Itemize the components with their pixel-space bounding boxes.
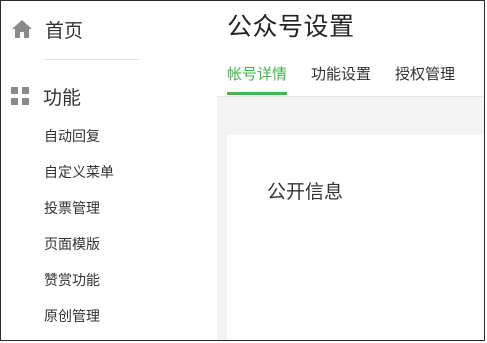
page-title: 公众号设置: [227, 12, 355, 41]
sidebar-item-home[interactable]: 首页: [11, 15, 83, 43]
home-icon: [12, 20, 32, 38]
tab-account-details[interactable]: 帐号详情: [227, 63, 288, 95]
tab-authorization-management[interactable]: 授权管理: [395, 63, 455, 92]
sidebar-item-custom-menu[interactable]: 自定义菜单: [44, 162, 114, 198]
sidebar-item-page-templates[interactable]: 页面模版: [44, 234, 114, 270]
sidebar-item-appreciation[interactable]: 赞赏功能: [44, 270, 114, 306]
sidebar-sub-list: 自动回复 自定义菜单 投票管理 页面模版 赞赏功能 原创管理: [44, 126, 114, 342]
sidebar-item-auto-reply[interactable]: 自动回复: [44, 126, 114, 162]
tab-function-settings[interactable]: 功能设置: [311, 63, 371, 92]
sidebar-divider: [43, 59, 139, 60]
page-header: 公众号设置 帐号详情 功能设置 授权管理: [217, 1, 484, 97]
sidebar-group-label: 功能: [43, 86, 82, 109]
sidebar: 首页 功能 自动回复 自定义菜单 投票管理 页面模版 赞赏功能 原创管理: [1, 1, 217, 340]
section-title: 公开信息: [267, 181, 344, 203]
sidebar-item-vote-management[interactable]: 投票管理: [44, 198, 114, 234]
tab-bar: 帐号详情 功能设置 授权管理: [227, 63, 479, 95]
tab-divider: [217, 96, 484, 97]
sidebar-item-original-management[interactable]: 原创管理: [44, 306, 114, 342]
grid-icon: [11, 87, 29, 105]
sidebar-home-label: 首页: [45, 19, 84, 42]
sidebar-group-functions[interactable]: 功能: [11, 83, 81, 109]
public-info-card: 公开信息: [227, 135, 484, 340]
